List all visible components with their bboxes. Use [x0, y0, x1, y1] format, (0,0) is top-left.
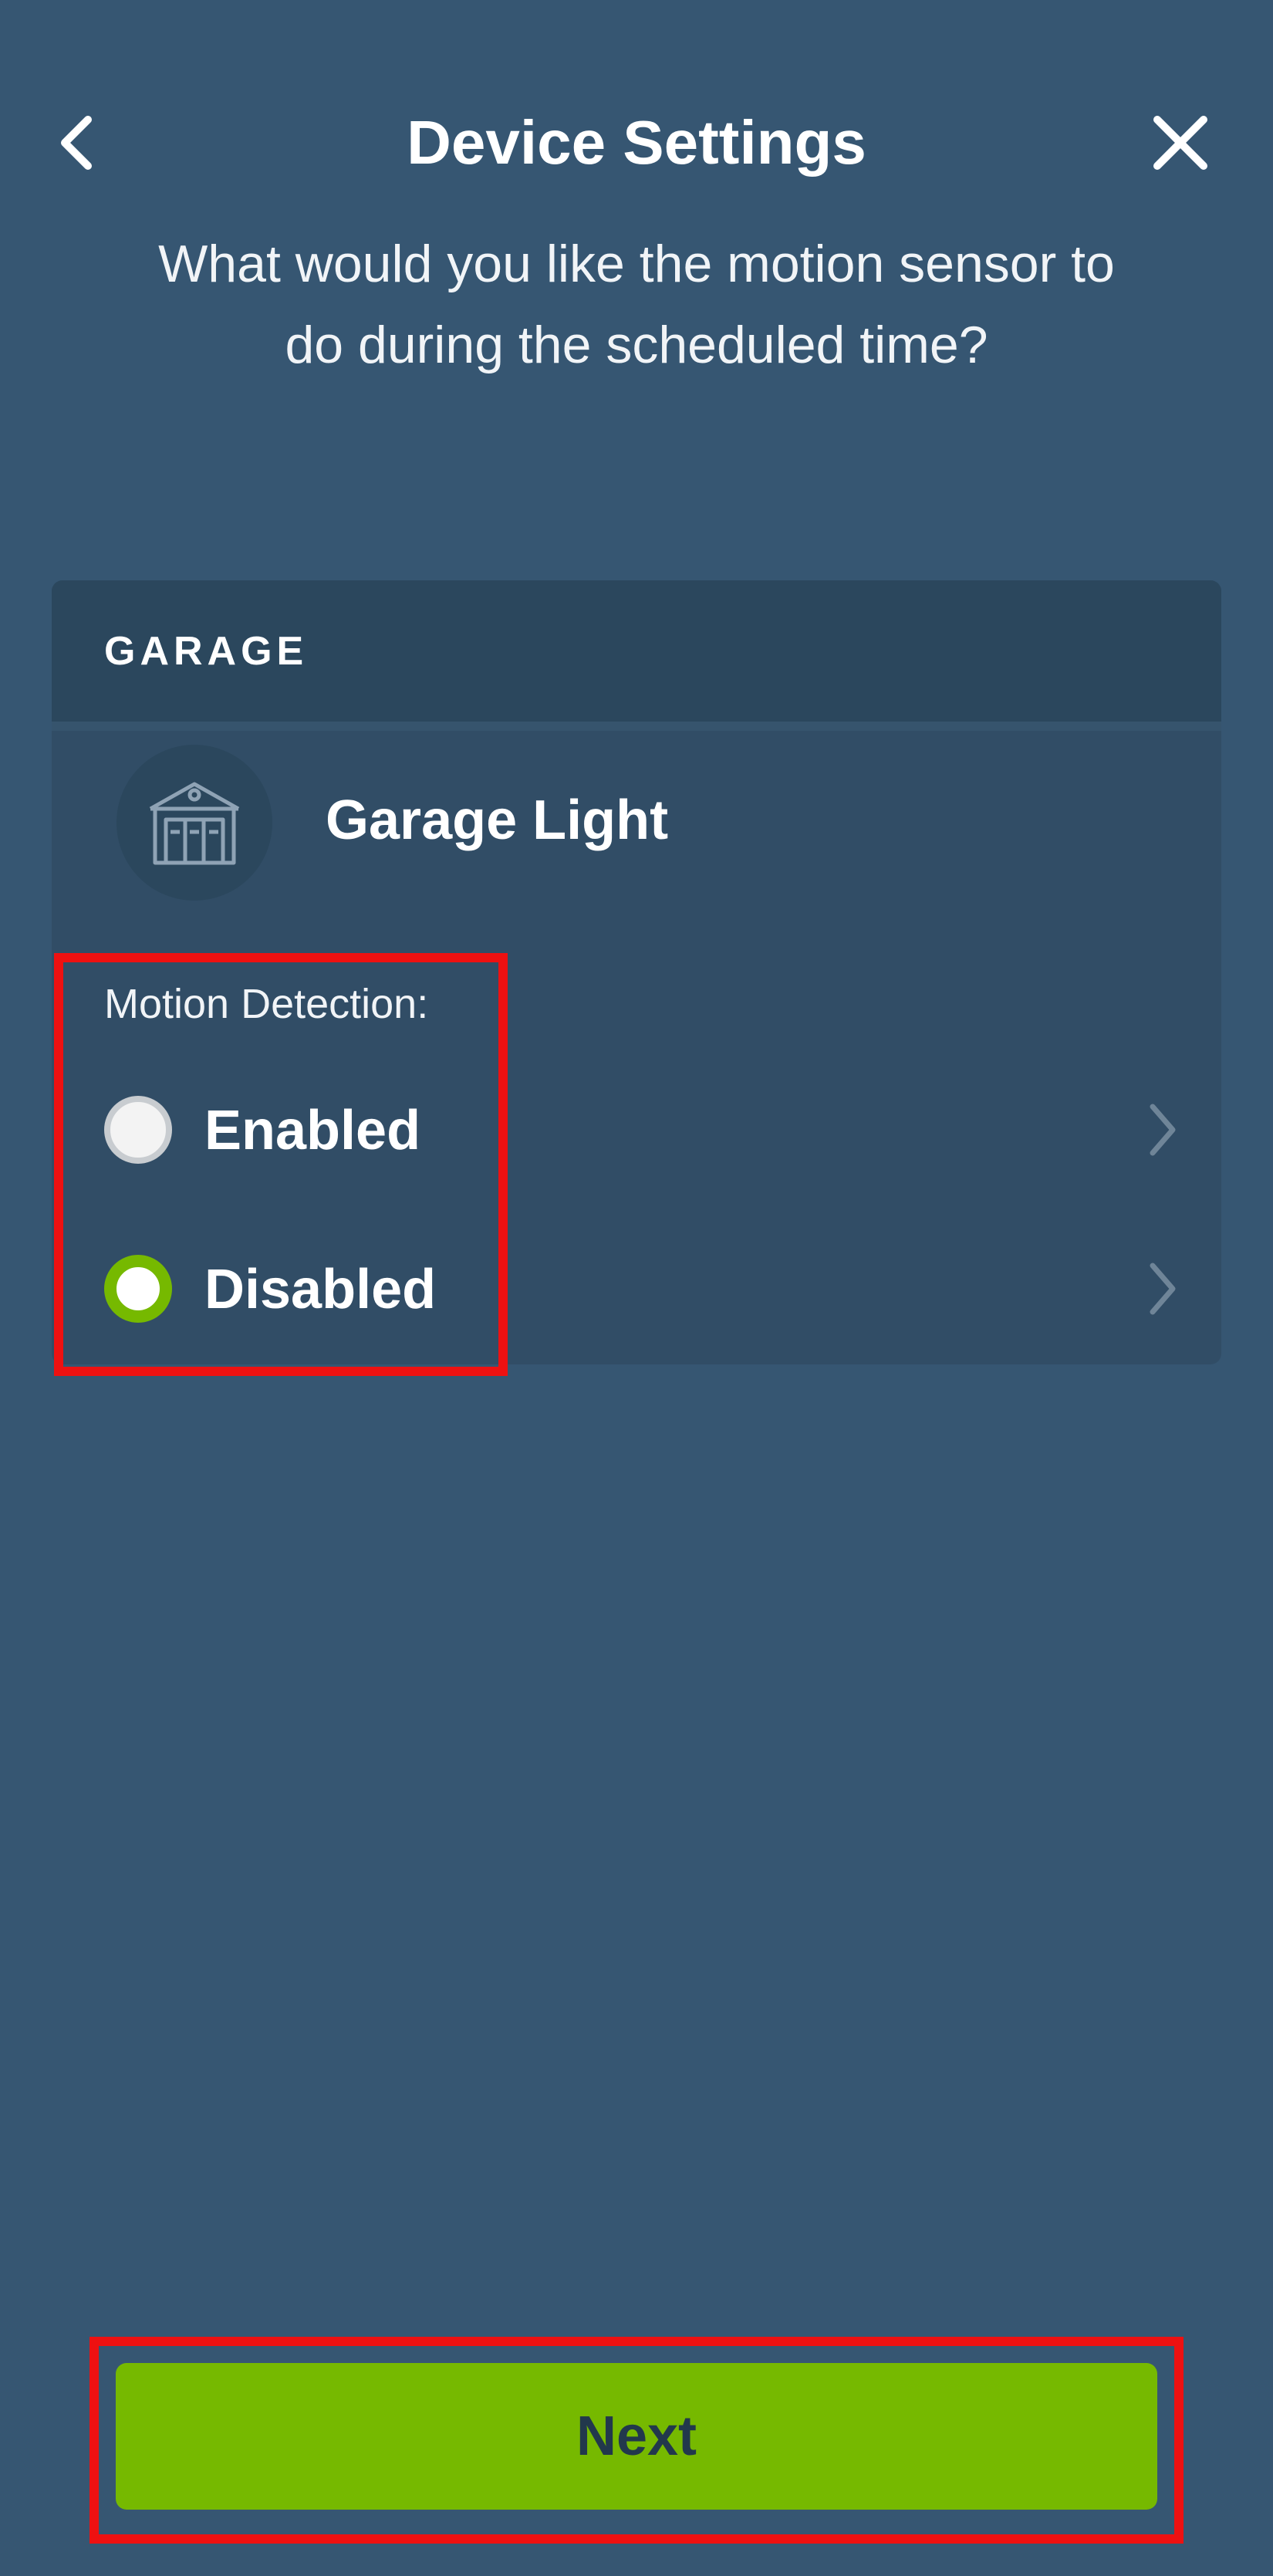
option-label: Enabled: [204, 1100, 421, 1161]
device-settings-card: GARAGE Garage Light Motion Detection: En…: [52, 580, 1221, 1364]
enabled-radio[interactable]: [104, 1096, 172, 1164]
device-avatar: [116, 745, 272, 901]
disabled-radio[interactable]: [104, 1255, 172, 1323]
device-name: Garage Light: [326, 789, 669, 851]
motion-detection-label: Motion Detection:: [104, 981, 429, 1027]
section-header: GARAGE: [52, 580, 1221, 722]
option-disabled[interactable]: Disabled: [52, 1212, 1221, 1364]
device-row: Garage Light: [52, 731, 1221, 901]
option-enabled[interactable]: Enabled: [52, 1053, 1221, 1207]
app-header: Device Settings: [0, 0, 1273, 232]
chevron-right-icon: [1132, 1099, 1194, 1161]
option-label: Disabled: [204, 1259, 437, 1320]
divider: [52, 722, 1221, 731]
close-button[interactable]: [1142, 100, 1219, 185]
page-title: Device Settings: [407, 108, 866, 177]
chevron-right-icon: [1132, 1258, 1194, 1320]
section-label: GARAGE: [104, 629, 309, 674]
question-text: What would you like the motion sensor to…: [158, 235, 1115, 374]
close-icon: [1153, 116, 1207, 170]
garage-icon: [149, 782, 240, 865]
next-button[interactable]: Next: [116, 2363, 1157, 2510]
